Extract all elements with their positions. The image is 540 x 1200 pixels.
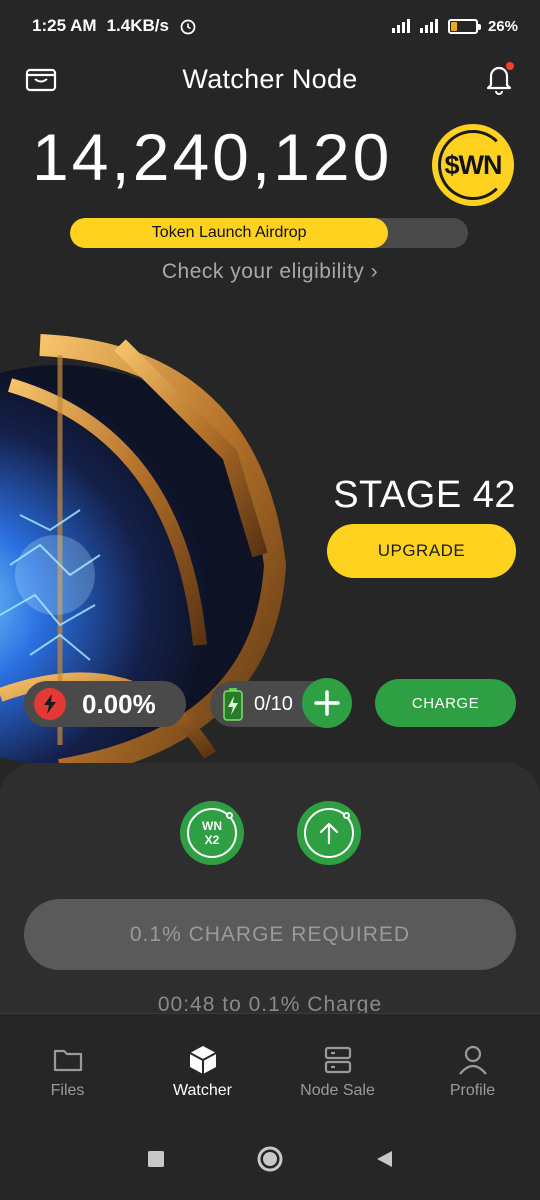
page-title: Watcher Node: [182, 63, 358, 94]
status-time: 1:25 AM: [32, 16, 97, 35]
nav-label-watcher: Watcher: [173, 1082, 232, 1099]
person-icon: [458, 1045, 487, 1075]
plus-icon: [314, 690, 340, 716]
signal-icon: [419, 19, 438, 33]
battery-icon: [447, 18, 481, 34]
multiplier-line2: X2: [204, 833, 220, 847]
system-nav-bar: [0, 1118, 540, 1200]
back-icon[interactable]: [374, 1149, 394, 1169]
upgrade-button[interactable]: UPGRADE: [327, 524, 516, 578]
multiplier-boost-button[interactable]: WN X2: [180, 801, 244, 865]
charge-required-button[interactable]: 0.1% CHARGE REQUIRED: [24, 899, 516, 970]
airdrop-progress-bar[interactable]: Token Launch Airdrop: [70, 218, 468, 248]
nav-item-profile[interactable]: Profile: [405, 1014, 540, 1118]
coin-ring: [438, 130, 508, 200]
badge-dot: [343, 812, 350, 819]
signal-4g-icon: [391, 19, 410, 33]
home-icon[interactable]: [256, 1145, 284, 1173]
balance-row: 14,240,120 $WN: [0, 112, 540, 206]
charge-panel: WN X2 0.1% CHARGE REQUIRED 00:48 to 0.1%…: [0, 763, 540, 1013]
nav-label-node-sale: Node Sale: [300, 1082, 375, 1099]
folder-icon: [53, 1049, 82, 1072]
charge-percent-pill: 0.00%: [24, 681, 186, 727]
bottom-nav: Files Watcher Node Sale Profile: [0, 1013, 540, 1118]
charge-countdown: 00:48 to 0.1% Charge: [157, 993, 383, 1013]
server-icon: [324, 1046, 351, 1074]
alarm-icon: [180, 19, 196, 35]
multiplier-line1: WN: [202, 819, 222, 833]
notification-dot: [506, 62, 514, 70]
arrow-up-icon: [304, 808, 354, 858]
nav-item-watcher[interactable]: Watcher: [135, 1014, 270, 1118]
wn-token-icon: $WN: [432, 124, 514, 206]
charge-button[interactable]: CHARGE: [375, 679, 516, 727]
battery-percent: 26%: [487, 17, 518, 35]
upload-boost-button[interactable]: [297, 801, 361, 865]
multiplier-badge: WN X2: [187, 808, 237, 858]
balance-amount: 14,240,120: [32, 120, 393, 194]
wallet-icon[interactable]: [24, 64, 58, 94]
lightning-icon: [34, 688, 66, 720]
badge-dot: [226, 812, 233, 819]
status-net-speed: 1.4KB/s: [106, 16, 169, 35]
nav-label-files: Files: [50, 1082, 85, 1099]
nav-item-files[interactable]: Files: [0, 1014, 135, 1118]
status-right: 26%: [391, 17, 518, 35]
charge-percent-value: 0.00%: [82, 688, 156, 719]
add-battery-button[interactable]: [302, 678, 352, 728]
eligibility-link[interactable]: Check your eligibility ›: [0, 260, 540, 284]
battery-charge-icon: [223, 688, 243, 721]
battery-count: 0/10: [254, 692, 293, 715]
airdrop-progress-fill: Token Launch Airdrop: [70, 218, 389, 248]
nav-label-profile: Profile: [449, 1082, 496, 1099]
stage-label: STAGE 42: [333, 474, 516, 516]
notifications-button[interactable]: [482, 60, 516, 96]
recents-icon[interactable]: [146, 1149, 166, 1169]
nav-item-node-sale[interactable]: Node Sale: [270, 1014, 405, 1118]
status-bar: 1:25 AM 1.4KB/s 26%: [0, 0, 540, 52]
airdrop-label: Token Launch Airdrop: [151, 224, 307, 241]
status-left: 1:25 AM 1.4KB/s: [32, 16, 197, 36]
app-header: Watcher Node: [0, 52, 540, 106]
cube-icon: [189, 1046, 216, 1074]
